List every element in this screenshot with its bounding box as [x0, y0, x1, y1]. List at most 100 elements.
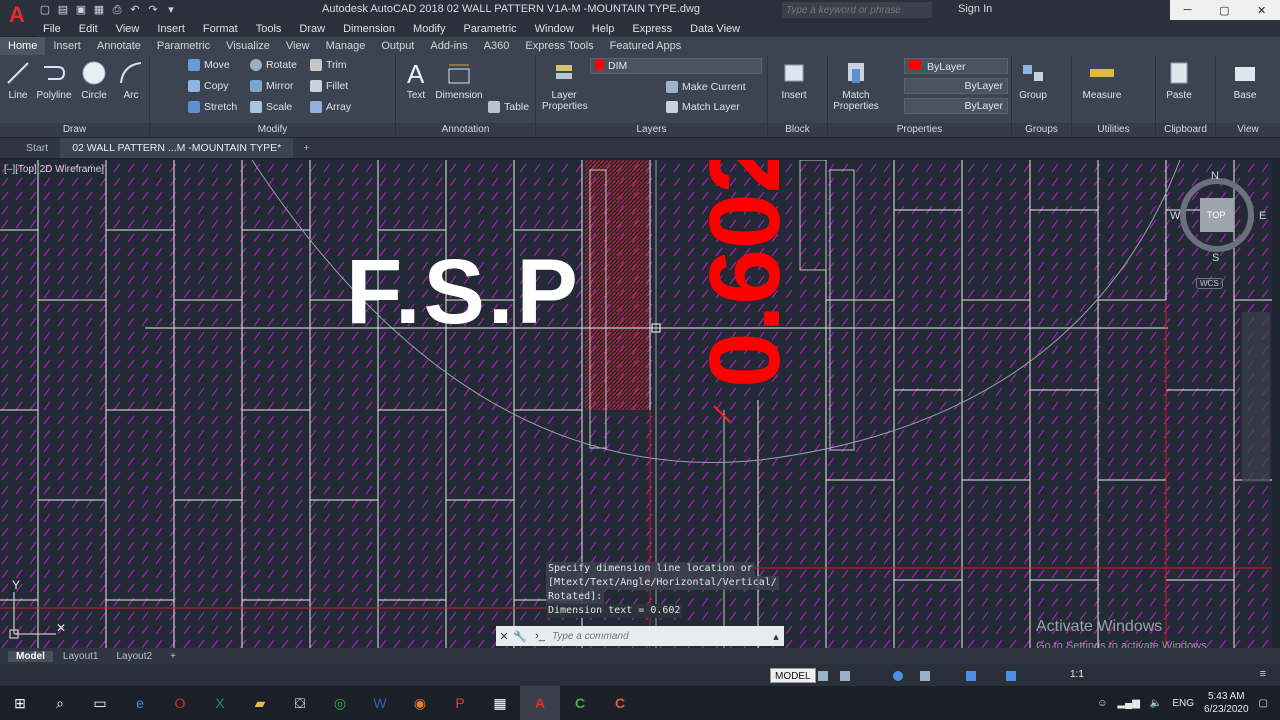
save-as-icon[interactable]: ▦ [92, 3, 106, 17]
tab-insert[interactable]: Insert [45, 37, 89, 55]
add-layout-button[interactable]: + [162, 651, 184, 662]
mirror-button[interactable]: Mirror [250, 80, 293, 92]
qat-dropdown-icon[interactable]: ▾ [164, 3, 178, 17]
circle-button[interactable]: Circle [78, 59, 110, 101]
file-explorer-icon[interactable]: ▰ [240, 686, 280, 720]
text-button[interactable]: A Text [402, 59, 430, 101]
calculator-icon[interactable]: ▦ [480, 686, 520, 720]
excel-icon[interactable]: X [200, 686, 240, 720]
groups-panel-title[interactable]: Groups [1012, 123, 1071, 137]
modify-panel-title[interactable]: Modify [150, 123, 395, 137]
tab-visualize[interactable]: Visualize [218, 37, 278, 55]
menu-format[interactable]: Format [194, 23, 247, 35]
fillet-button[interactable]: Fillet [310, 80, 348, 92]
array-button[interactable]: Array [310, 101, 351, 113]
people-icon[interactable]: ☺ [1097, 698, 1107, 709]
menu-help[interactable]: Help [583, 23, 624, 35]
tab-layout1[interactable]: Layout1 [55, 651, 107, 662]
scale-button[interactable]: Scale [250, 101, 292, 113]
menu-tools[interactable]: Tools [247, 23, 291, 35]
tab-model[interactable]: Model [8, 650, 53, 662]
search-icon[interactable]: ⌕ [40, 686, 80, 720]
navigation-bar[interactable] [1242, 312, 1270, 482]
opera-icon[interactable]: O [160, 686, 200, 720]
move-button[interactable]: Move [188, 59, 230, 71]
table-button[interactable]: Table [488, 101, 529, 113]
linetype-dropdown[interactable]: ByLayer [904, 78, 1008, 94]
properties-panel-title[interactable]: Properties [828, 123, 1011, 137]
open-icon[interactable]: ▤ [56, 3, 70, 17]
maximize-icon[interactable]: ▢ [1219, 4, 1229, 17]
application-menu-button[interactable]: A [0, 0, 34, 36]
command-input[interactable] [552, 630, 752, 642]
volume-icon[interactable]: 🔈 [1150, 698, 1162, 709]
notifications-icon[interactable]: ▢ [1259, 698, 1268, 709]
redo-icon[interactable]: ↷ [146, 3, 160, 17]
autocad-taskbar-icon[interactable]: A [520, 686, 560, 720]
match-properties-button[interactable]: Match Properties [832, 59, 880, 112]
tab-parametric[interactable]: Parametric [149, 37, 218, 55]
compass-west[interactable]: W [1170, 210, 1180, 222]
dimension-button[interactable]: Dimension [434, 59, 484, 101]
tab-home[interactable]: Home [0, 37, 46, 55]
stretch-button[interactable]: Stretch [188, 101, 237, 113]
tab-layout2[interactable]: Layout2 [108, 651, 160, 662]
compass-east[interactable]: E [1259, 210, 1266, 222]
command-prompt-icon[interactable]: ›_ [528, 630, 552, 642]
make-current-button[interactable]: Make Current [666, 81, 746, 93]
menu-view[interactable]: View [107, 23, 149, 35]
search-input[interactable] [782, 2, 932, 18]
tab-active-drawing[interactable]: 02 WALL PATTERN ...M -MOUNTAIN TYPE* [60, 138, 294, 158]
powerpoint-icon[interactable]: P [440, 686, 480, 720]
command-history-toggle-icon[interactable]: ▴ [768, 630, 784, 643]
rotate-button[interactable]: Rotate [250, 59, 297, 71]
menu-window[interactable]: Window [526, 23, 583, 35]
annotation-panel-title[interactable]: Annotation [396, 123, 535, 137]
viewcube-top-face[interactable]: TOP [1207, 210, 1225, 220]
tab-start[interactable]: Start [0, 138, 60, 158]
task-view-icon[interactable]: ▭ [80, 686, 120, 720]
menu-express[interactable]: Express [623, 23, 681, 35]
copy-button[interactable]: Copy [188, 80, 229, 92]
trim-button[interactable]: Trim [310, 59, 347, 71]
menu-modify[interactable]: Modify [404, 23, 454, 35]
windows-start-icon[interactable]: ⊞ [0, 686, 40, 720]
viewcube[interactable]: N S E W TOP [1170, 170, 1266, 264]
measure-button[interactable]: Measure [1078, 59, 1126, 101]
network-icon[interactable]: ▂▄▆ [1117, 698, 1139, 709]
tab-featured-apps[interactable]: Featured Apps [602, 37, 690, 55]
model-space-button[interactable]: MODEL [770, 668, 816, 683]
menu-draw[interactable]: Draw [290, 23, 334, 35]
tab-manage[interactable]: Manage [318, 37, 374, 55]
view-panel-title[interactable]: View [1216, 123, 1280, 137]
base-button[interactable]: Base [1230, 59, 1260, 101]
layer-properties-button[interactable]: Layer Properties [542, 59, 588, 112]
save-icon[interactable]: ▣ [74, 3, 88, 17]
layers-panel-title[interactable]: Layers [536, 123, 767, 137]
chrome-icon[interactable]: ◎ [320, 686, 360, 720]
insert-block-button[interactable]: Insert [774, 59, 814, 101]
firefox-icon[interactable]: ◉ [400, 686, 440, 720]
layer-dropdown[interactable]: DIM [590, 58, 762, 74]
camtasia-recorder-icon[interactable]: C [600, 686, 640, 720]
menu-dimension[interactable]: Dimension [334, 23, 404, 35]
sign-in-link[interactable]: Sign In [958, 3, 992, 15]
tab-a360[interactable]: A360 [476, 37, 518, 55]
line-button[interactable]: Line [4, 59, 32, 101]
lineweight-dropdown[interactable]: ByLayer [904, 98, 1008, 114]
new-icon[interactable]: ▢ [38, 3, 52, 17]
compass-north[interactable]: N [1211, 170, 1219, 182]
store-icon[interactable]: ⛋ [280, 686, 320, 720]
clock[interactable]: 5:43 AM 6/23/2020 [1204, 690, 1249, 716]
customize-command-icon[interactable]: 🔧 [512, 630, 528, 643]
customization-icon[interactable]: ≡ [1260, 668, 1266, 680]
draw-panel-title[interactable]: Draw [0, 123, 149, 137]
edge-icon[interactable]: e [120, 686, 160, 720]
camtasia-icon[interactable]: C [560, 686, 600, 720]
paste-button[interactable]: Paste [1162, 59, 1196, 101]
clipboard-panel-title[interactable]: Clipboard [1156, 123, 1215, 137]
menu-file[interactable]: File [34, 23, 70, 35]
tab-view[interactable]: View [278, 37, 318, 55]
match-layer-button[interactable]: Match Layer [666, 101, 740, 113]
block-panel-title[interactable]: Block [768, 123, 827, 137]
